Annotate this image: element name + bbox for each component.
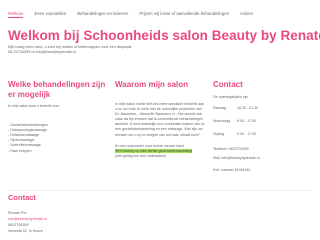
- nav-item-acties[interactable]: Acties!: [240, 11, 253, 18]
- hours-row: Vrijdag 9.00 - 17.00: [213, 132, 313, 137]
- footer-email-link[interactable]: info@beautybyrenate.nl: [8, 217, 47, 221]
- footer-divider: [8, 190, 312, 191]
- why-column: Waarom mijn salon In mijn salon wordt ni…: [115, 80, 207, 159]
- list-item: - Haar knippen: [8, 148, 32, 153]
- nav-item-welkom[interactable]: Welkom: [8, 11, 24, 18]
- page-title: Welkom bij Schoonheids salon Beauty by R…: [8, 28, 320, 43]
- promo-paragraph: En een superactie voor iedere nieuwe kla…: [115, 144, 207, 159]
- footer-address: Veranda 52, in Hoorn: [8, 229, 43, 233]
- hours-title: De openingstijden zijn: [213, 95, 249, 99]
- contact-heading: Contact: [213, 80, 243, 89]
- hours-time: 9.00 - 17.00: [237, 119, 257, 124]
- hours-day: Woensdag: [213, 119, 231, 124]
- why-heading: Waarom mijn salon: [115, 80, 189, 89]
- top-navigation-bar: Welkom Even voorstellen Behandelingen en…: [0, 0, 320, 24]
- contact-email: Mail: info@beautybyrenate.nl: [213, 156, 260, 161]
- main-nav: Welkom Even voorstellen Behandelingen en…: [8, 11, 264, 18]
- treatments-heading: Welke behandelingen zijn er mogelijk: [8, 80, 106, 99]
- contact-phone: Telefoon: 0622704399: [213, 147, 249, 152]
- promo-highlight: 30% korting op elke eerste gezichtsbehan…: [115, 148, 193, 153]
- footer-name: Renate Pol: [8, 211, 27, 215]
- contact-column: Contact De openingstijden zijn Dinsdag 1…: [213, 80, 313, 173]
- footer-heading: Contact: [8, 193, 36, 202]
- nav-item-even-voorstellen[interactable]: Even voorstellen: [34, 11, 66, 18]
- promo-text: En een superactie voor iedere nieuwe kla…: [115, 143, 184, 148]
- hours-row: Woensdag 9.00 - 17.00: [213, 119, 313, 124]
- nav-item-behandelingen[interactable]: Behandelingen en tarieven: [77, 11, 128, 18]
- hours-day: Vrijdag: [213, 132, 225, 137]
- hours-day: Dinsdag: [213, 106, 227, 111]
- footer-phone: 0622704399: [8, 223, 29, 227]
- treatments-column: Welke behandelingen zijn er mogelijk In …: [8, 80, 108, 154]
- treatments-list: - Gezichtsbehandelingen - Ontspanningsma…: [8, 123, 108, 154]
- hours-time: 9.00 - 17.00: [237, 132, 257, 137]
- footer: Renate Pol info@beautybyrenate.nl 062270…: [0, 205, 320, 240]
- nav-item-prijzen[interactable]: Prijzen vrij losse of aanvullende behand…: [139, 11, 229, 18]
- treatments-lead: In mijn salon kunt u terecht voor: [8, 104, 59, 108]
- promo-note: (niet geldig icm een cadeaubon): [115, 153, 167, 158]
- contact-kvk: KvK nummer 51961181: [213, 167, 251, 172]
- intro-text: Kijk rustig even rond, u kunt mij mailen…: [8, 45, 168, 55]
- hours-time: 18.30 - 21.30: [237, 106, 259, 111]
- intro-line-2: 06-22704399 of info@beautybyrenate.nl: [8, 50, 76, 55]
- why-paragraph: In mijn salon wordt niet zes meer aandac…: [115, 102, 205, 137]
- hours-row: Dinsdag 18.30 - 21.30: [213, 106, 313, 111]
